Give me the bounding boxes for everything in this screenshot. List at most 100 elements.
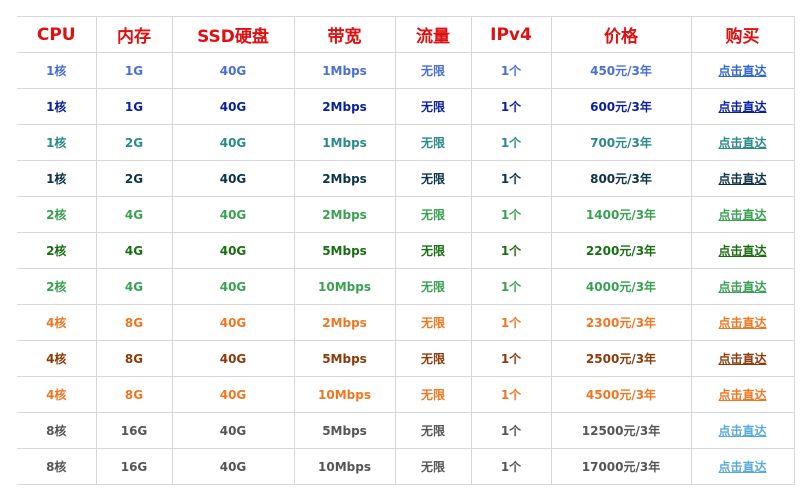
cell-cpu: 1核: [17, 160, 97, 197]
cell-cpu: 4核: [17, 340, 97, 377]
cell-price: 12500元/3年: [550, 412, 692, 449]
cell-ram: 8G: [95, 304, 173, 341]
cell-traffic: 无限: [394, 448, 472, 485]
cell-bandwidth: 2Mbps: [293, 196, 396, 233]
cell-price: 800元/3年: [550, 160, 692, 197]
buy-link[interactable]: 点击直达: [718, 64, 766, 78]
cell-cpu: 1核: [17, 52, 97, 89]
cell-bandwidth: 10Mbps: [293, 376, 396, 413]
cell-ssd: 40G: [171, 376, 295, 413]
cell-bandwidth: 2Mbps: [293, 304, 396, 341]
cell-traffic: 无限: [394, 88, 472, 125]
cell-ipv4: 1个: [470, 160, 552, 197]
cell-ram: 8G: [95, 340, 173, 377]
cell-ssd: 40G: [171, 268, 295, 305]
cell-price: 4000元/3年: [550, 268, 692, 305]
cell-bandwidth: 1Mbps: [293, 52, 396, 89]
cell-bandwidth: 1Mbps: [293, 124, 396, 161]
header-ssd: SSD硬盘: [171, 16, 295, 53]
header-buy: 购买: [690, 16, 795, 53]
cell-ssd: 40G: [171, 232, 295, 269]
cell-ipv4: 1个: [470, 52, 552, 89]
cell-ram: 4G: [95, 196, 173, 233]
cell-traffic: 无限: [394, 304, 472, 341]
cell-traffic: 无限: [394, 340, 472, 377]
cell-ssd: 40G: [171, 52, 295, 89]
cell-buy: 点击直达: [690, 52, 795, 89]
cell-buy: 点击直达: [690, 376, 795, 413]
buy-link[interactable]: 点击直达: [718, 244, 766, 258]
cell-price: 600元/3年: [550, 88, 692, 125]
cell-cpu: 2核: [17, 268, 97, 305]
cell-buy: 点击直达: [690, 88, 795, 125]
buy-link[interactable]: 点击直达: [718, 136, 766, 150]
cell-ipv4: 1个: [470, 124, 552, 161]
cell-price: 700元/3年: [550, 124, 692, 161]
header-traffic: 流量: [394, 16, 472, 53]
cell-traffic: 无限: [394, 412, 472, 449]
cell-price: 17000元/3年: [550, 448, 692, 485]
cell-traffic: 无限: [394, 52, 472, 89]
table-row-9: 4核 8G 40G 5Mbps 无限 1个 2500元/3年 点击直达: [17, 340, 795, 377]
cell-buy: 点击直达: [690, 124, 795, 161]
table-row-4: 1核 2G 40G 2Mbps 无限 1个 800元/3年 点击直达: [17, 160, 795, 197]
cell-ram: 16G: [95, 448, 173, 485]
cell-price: 1400元/3年: [550, 196, 692, 233]
buy-link[interactable]: 点击直达: [718, 280, 766, 294]
cell-buy: 点击直达: [690, 160, 795, 197]
cell-ram: 8G: [95, 376, 173, 413]
cell-cpu: 8核: [17, 412, 97, 449]
cell-ipv4: 1个: [470, 88, 552, 125]
cell-price: 2200元/3年: [550, 232, 692, 269]
cell-price: 2300元/3年: [550, 304, 692, 341]
cell-ram: 1G: [95, 88, 173, 125]
cell-price: 2500元/3年: [550, 340, 692, 377]
cell-ipv4: 1个: [470, 232, 552, 269]
cell-ram: 16G: [95, 412, 173, 449]
buy-link[interactable]: 点击直达: [718, 424, 766, 438]
table-header-row: CPU 内存 SSD硬盘 带宽 流量 IPv4 价格 购买: [17, 16, 795, 53]
header-ipv4: IPv4: [470, 16, 552, 53]
buy-link[interactable]: 点击直达: [718, 352, 766, 366]
buy-link[interactable]: 点击直达: [718, 316, 766, 330]
cell-cpu: 4核: [17, 376, 97, 413]
header-ram: 内存: [95, 16, 173, 53]
cell-bandwidth: 5Mbps: [293, 232, 396, 269]
table-row-12: 8核 16G 40G 10Mbps 无限 1个 17000元/3年 点击直达: [17, 448, 795, 485]
cell-bandwidth: 2Mbps: [293, 160, 396, 197]
table-row-11: 8核 16G 40G 5Mbps 无限 1个 12500元/3年 点击直达: [17, 412, 795, 449]
cell-traffic: 无限: [394, 160, 472, 197]
cell-bandwidth: 5Mbps: [293, 412, 396, 449]
cell-ssd: 40G: [171, 88, 295, 125]
cell-ram: 1G: [95, 52, 173, 89]
cell-buy: 点击直达: [690, 304, 795, 341]
cell-buy: 点击直达: [690, 448, 795, 485]
header-price: 价格: [550, 16, 692, 53]
table-row-3: 1核 2G 40G 1Mbps 无限 1个 700元/3年 点击直达: [17, 124, 795, 161]
cell-ipv4: 1个: [470, 340, 552, 377]
cell-ram: 4G: [95, 268, 173, 305]
cell-price: 4500元/3年: [550, 376, 692, 413]
cell-ssd: 40G: [171, 124, 295, 161]
cell-traffic: 无限: [394, 268, 472, 305]
cell-ram: 4G: [95, 232, 173, 269]
buy-link[interactable]: 点击直达: [718, 460, 766, 474]
buy-link[interactable]: 点击直达: [718, 388, 766, 402]
buy-link[interactable]: 点击直达: [718, 172, 766, 186]
buy-link[interactable]: 点击直达: [718, 208, 766, 222]
cell-buy: 点击直达: [690, 232, 795, 269]
cell-cpu: 2核: [17, 232, 97, 269]
cell-ram: 2G: [95, 124, 173, 161]
table-row-8: 4核 8G 40G 2Mbps 无限 1个 2300元/3年 点击直达: [17, 304, 795, 341]
cell-buy: 点击直达: [690, 340, 795, 377]
vps-pricing-table: CPU 内存 SSD硬盘 带宽 流量 IPv4 价格 购买 1核 1G 40G …: [17, 16, 795, 485]
cell-bandwidth: 2Mbps: [293, 88, 396, 125]
cell-ssd: 40G: [171, 304, 295, 341]
buy-link[interactable]: 点击直达: [718, 100, 766, 114]
header-cpu: CPU: [17, 16, 97, 53]
cell-ssd: 40G: [171, 412, 295, 449]
cell-buy: 点击直达: [690, 412, 795, 449]
cell-bandwidth: 10Mbps: [293, 448, 396, 485]
table-row-6: 2核 4G 40G 5Mbps 无限 1个 2200元/3年 点击直达: [17, 232, 795, 269]
cell-cpu: 2核: [17, 196, 97, 233]
